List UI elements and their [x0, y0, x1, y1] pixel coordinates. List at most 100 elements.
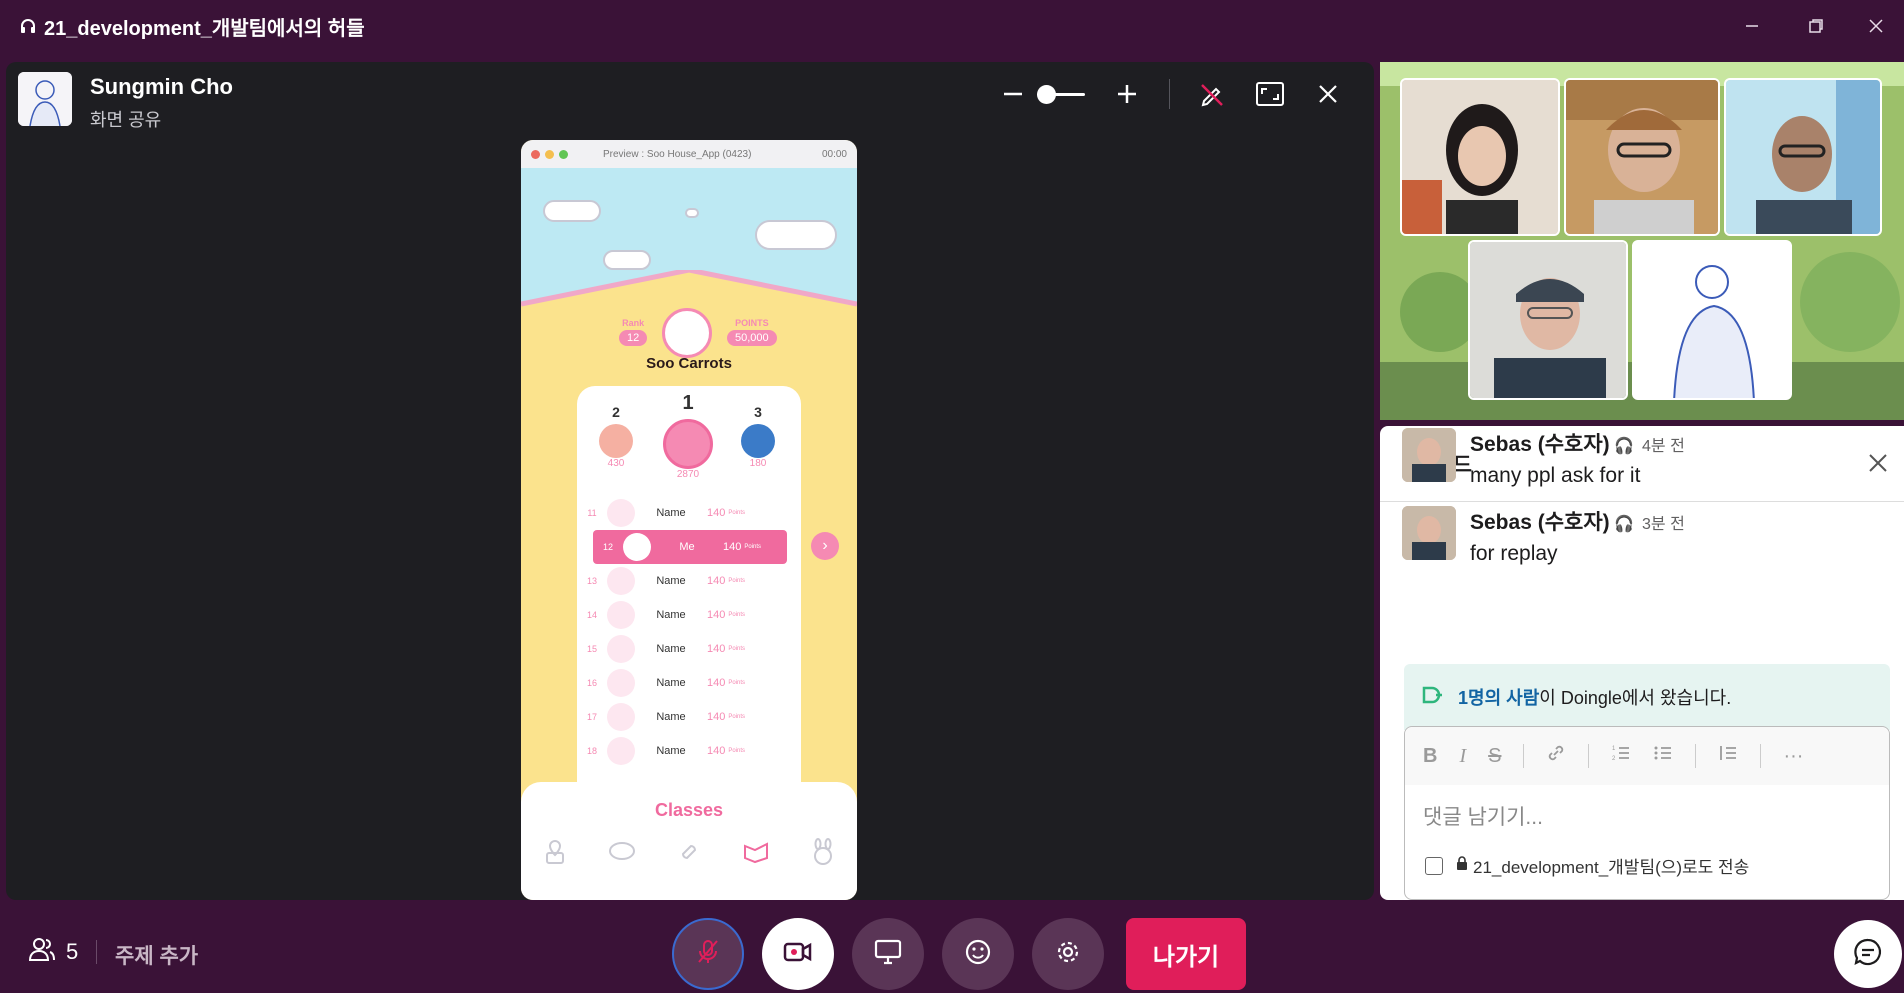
minimize-button[interactable] — [1724, 0, 1780, 52]
reactions-button[interactable] — [942, 918, 1014, 990]
reply-input[interactable]: 댓글 남기기... — [1423, 801, 1889, 831]
leaderboard-row[interactable]: 17 Name 140 Points — [577, 700, 801, 734]
close-dot — [531, 149, 540, 159]
restore-button[interactable] — [1788, 0, 1844, 52]
leaderboard-row[interactable]: 13 Name 140 Points — [577, 564, 801, 598]
podium-place: 2 — [612, 404, 620, 420]
bullet-list-icon[interactable] — [1653, 743, 1673, 769]
message-author[interactable]: Sebas (수호자) — [1470, 433, 1610, 456]
ordered-list-icon[interactable]: 12 — [1611, 743, 1631, 769]
rank-label: Rank — [622, 318, 645, 328]
mute-button[interactable] — [672, 918, 744, 990]
map-icon[interactable] — [540, 837, 570, 867]
zoom-out-button[interactable] — [997, 78, 1029, 110]
joined-people-link[interactable]: 1명의 사람 — [1458, 684, 1539, 710]
presenter-info: Sungmin Cho 화면 공유 — [18, 72, 233, 132]
screen-share-stage: Sungmin Cho 화면 공유 Preview : Soo House_Ap… — [6, 62, 1374, 900]
video-grid — [1380, 62, 1904, 420]
open-thread-button[interactable] — [1834, 920, 1902, 988]
close-thread-button[interactable] — [1868, 448, 1888, 480]
fullscreen-icon[interactable] — [1254, 78, 1286, 110]
strikethrough-icon[interactable]: S — [1488, 745, 1501, 768]
row-points-unit: Points — [728, 646, 746, 652]
row-points: 140 — [707, 711, 726, 723]
row-points: 140 — [707, 677, 726, 689]
participant-video[interactable] — [1724, 78, 1882, 236]
podium: 2 430 1 2870 3 180 — [577, 386, 801, 496]
zoom-slider-knob[interactable] — [1037, 84, 1056, 104]
row-avatar — [607, 737, 635, 765]
leaderboard-row[interactable]: 14 Name 140 Points — [577, 598, 801, 632]
user-name: Soo Carrots — [646, 355, 732, 372]
participant-avatar-tile[interactable] — [1632, 240, 1792, 400]
row-points-unit: Points — [728, 612, 746, 618]
more-options-icon[interactable]: ··· — [1783, 745, 1803, 768]
settings-button[interactable] — [1032, 918, 1104, 990]
row-points: 140 — [707, 643, 726, 655]
message-author[interactable]: Sebas (수호자) — [1470, 511, 1610, 534]
participant-video[interactable] — [1468, 240, 1628, 400]
preview-time: 00:00 — [821, 148, 847, 160]
italic-icon[interactable]: I — [1459, 745, 1466, 768]
leaderboard-row-me[interactable]: 12 Me 140 Points — [593, 530, 787, 564]
preview-title-bar: Preview : Soo House_App (0423) 00:00 — [521, 140, 857, 168]
row-rank: 18 — [586, 746, 597, 756]
bunny-icon[interactable] — [808, 837, 838, 867]
zoom-in-button[interactable] — [1111, 78, 1143, 110]
close-window-button[interactable] — [1848, 0, 1904, 52]
participant-video[interactable] — [1564, 78, 1720, 236]
participant-video[interactable] — [1400, 78, 1560, 236]
leave-button[interactable]: 나가기 — [1126, 918, 1246, 990]
leaderboard-row[interactable]: 18 Name 140 Points — [577, 734, 801, 768]
row-name: Name — [656, 507, 686, 519]
row-avatar — [607, 669, 635, 697]
chat-icon[interactable] — [607, 837, 637, 867]
window-title: 21_development_개발팀에서의 허들 — [44, 17, 365, 40]
participants-button[interactable]: 5 — [28, 936, 78, 968]
format-toolbar: B I S 12 ··· — [1405, 727, 1889, 785]
message-time[interactable]: 3분 전 — [1642, 516, 1685, 533]
add-topic-button[interactable]: 주제 추가 — [115, 940, 198, 970]
row-avatar — [607, 567, 635, 595]
row-name: Name — [656, 643, 686, 655]
podium-second: 2 430 — [599, 404, 633, 469]
row-points: 140 — [707, 575, 726, 587]
app-bottom-nav — [521, 837, 857, 867]
user-avatar — [662, 308, 712, 358]
next-arrow-button[interactable]: › — [811, 532, 839, 560]
row-name: Name — [656, 745, 686, 757]
classes-tab[interactable]: Classes — [521, 800, 857, 821]
author-avatar[interactable] — [1402, 428, 1456, 482]
bold-icon[interactable]: B — [1423, 745, 1437, 768]
close-share-icon[interactable] — [1312, 78, 1344, 110]
row-points-unit: Points — [728, 578, 746, 584]
message: Sebas (수호자) 🎧 4분 전 many ppl ask for it — [1402, 428, 1685, 488]
row-points-unit: Points — [728, 510, 746, 516]
link-icon[interactable] — [1546, 743, 1566, 769]
leaderboard-row[interactable]: 16 Name 140 Points — [577, 666, 801, 700]
also-send-option[interactable]: 21_development_개발팀(으)로도 전송 — [1425, 853, 1889, 878]
book-icon[interactable] — [741, 837, 771, 867]
row-name: Name — [656, 609, 686, 621]
share-screen-button[interactable] — [852, 918, 924, 990]
leaderboard-row[interactable]: 11 Name 140 Points — [577, 496, 801, 530]
link-icon[interactable] — [674, 837, 704, 867]
also-send-checkbox[interactable] — [1425, 856, 1443, 875]
cloud — [543, 200, 601, 222]
message-time[interactable]: 4분 전 — [1642, 438, 1685, 455]
camera-button[interactable] — [762, 918, 834, 990]
cloud — [603, 250, 651, 270]
author-avatar[interactable] — [1402, 506, 1456, 560]
podium-avatar — [741, 424, 775, 458]
zoom-slider[interactable] — [1037, 84, 1085, 104]
row-points: 140 — [707, 745, 726, 757]
blockquote-icon[interactable] — [1718, 743, 1738, 769]
leaderboard-row[interactable]: 15 Name 140 Points — [577, 632, 801, 666]
draw-off-icon[interactable] — [1196, 78, 1228, 110]
row-points: 140 — [707, 507, 726, 519]
row-name: Me — [679, 541, 695, 553]
sky-banner — [521, 168, 857, 320]
row-rank: 13 — [586, 576, 597, 586]
row-avatar — [623, 533, 651, 561]
headphones-icon: 🎧 — [1614, 516, 1635, 533]
